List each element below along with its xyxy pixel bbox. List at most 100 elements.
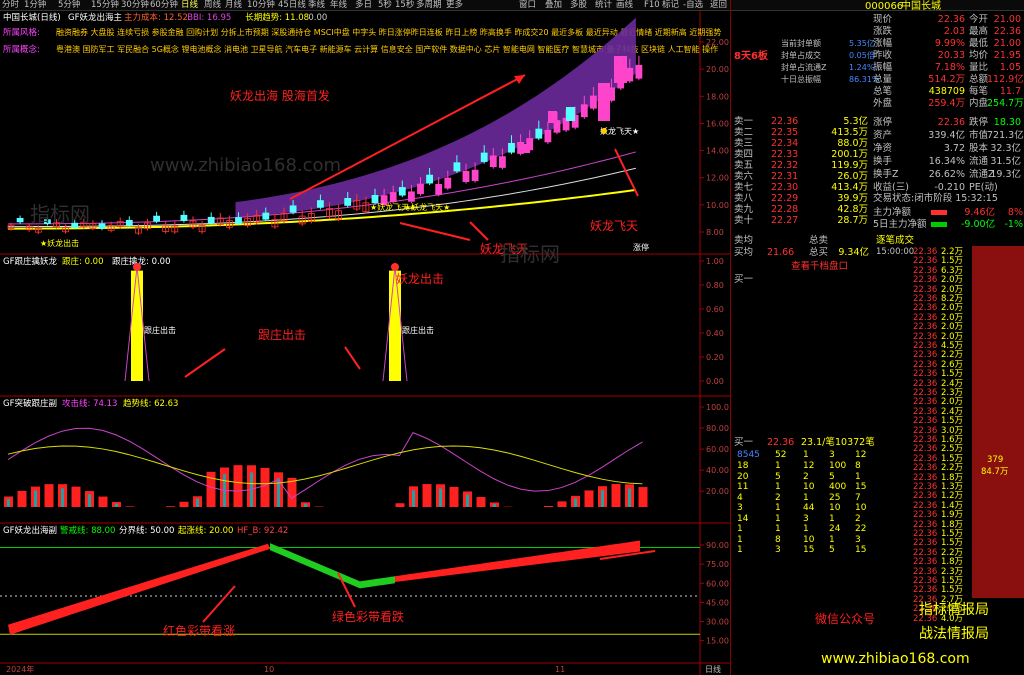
toolbar-button-0[interactable]: 窗口	[519, 0, 536, 11]
volume-bar	[17, 490, 27, 507]
period-tab-2[interactable]: 5分钟	[58, 0, 80, 11]
stat-label: 总笔	[873, 86, 893, 97]
trade-volume: 2.3万	[941, 388, 964, 398]
volume-bar	[557, 501, 567, 507]
follow-panel[interactable]: GF跟庄擒妖龙 跟庄: 0.00 跟庄擒龙: 0.00 1.00 0.80 0.60 0.4…	[3, 256, 724, 386]
legend-item: 长期趋势: 11.08	[245, 12, 309, 23]
toolbar-button-2[interactable]: 多股	[570, 0, 587, 11]
candle	[508, 142, 515, 153]
volume-bar	[611, 484, 621, 507]
summary-label: 卖均	[734, 235, 754, 246]
period-tab-16[interactable]: 多周期	[416, 0, 442, 11]
period-tab-8[interactable]: 月线	[225, 0, 242, 11]
chart-canvas: 22.0020.0018.0016.0014.0012.0010.008.00中…	[0, 11, 730, 675]
period-tab-0[interactable]: 分时	[2, 0, 19, 11]
stat-value: 9.99%	[934, 38, 965, 49]
info-label: 收益(三)	[873, 182, 909, 193]
period-tab-12[interactable]: 年线	[330, 0, 347, 11]
period-tab-11[interactable]: 季线	[308, 0, 325, 11]
period-tab-4[interactable]: 30分钟	[121, 0, 149, 11]
trade-volume: 4.5万	[941, 341, 964, 351]
toolbar-button-6[interactable]: 标记	[662, 0, 679, 11]
trades-time: 15:00:00	[876, 247, 915, 257]
view-order-depth-button[interactable]: 查看千档盘口	[791, 262, 848, 272]
bid-price: 22.36	[767, 437, 795, 448]
toolbar-button-5[interactable]: F10	[644, 0, 660, 11]
queue-cell: 3	[775, 545, 781, 555]
candle	[98, 223, 106, 229]
queue-cell: 3	[855, 534, 861, 545]
flow-pct: 8%	[1007, 207, 1023, 218]
trade-status: 交易状态:闭市阶段 15:32:15	[873, 193, 998, 204]
period-tab-17[interactable]: 更多	[446, 0, 463, 11]
period-tab-6[interactable]: 日线	[181, 0, 198, 11]
info-label: 市值	[969, 130, 989, 141]
sell-price: 22.32	[771, 160, 799, 171]
toolbar-button-1[interactable]: 叠加	[545, 0, 562, 11]
bull-ribbon	[8, 543, 270, 635]
limit-up-candle	[614, 56, 627, 83]
volume-bar-inner	[61, 488, 64, 507]
trade-price: 22.36	[913, 284, 938, 295]
annotation-arrow	[399, 222, 471, 241]
period-tab-1[interactable]: 1分钟	[24, 0, 46, 11]
info-value: 32.3亿	[990, 143, 1021, 154]
toolbar-button-8[interactable]: 返回	[710, 0, 727, 11]
y-tick-label: 100.0	[706, 403, 729, 412]
main-panel[interactable]: 22.0020.0018.0016.0014.0012.0010.008.00中…	[3, 12, 729, 256]
period-tab-3[interactable]: 15分钟	[91, 0, 119, 11]
flow-bar	[931, 210, 947, 215]
period-tab-10[interactable]: 45日线	[278, 0, 306, 11]
toolbar-button-3[interactable]: 统计	[595, 0, 612, 11]
volume-bar-inner	[601, 490, 604, 507]
legend-item: 跟庄: 0.00	[62, 256, 104, 267]
big-bar-value: 379	[987, 455, 1004, 465]
trade-volume: 2.6万	[941, 359, 964, 370]
queue-cell: 12	[855, 450, 867, 460]
queue-cell: 15	[855, 545, 867, 555]
queue-cell: 15	[803, 545, 815, 555]
trade-price: 22.36	[913, 547, 938, 558]
ribbon-panel[interactable]: GF妖龙出海副 警戒线: 88.00 分界线: 50.00 起涨线: 20.00 HF_…	[0, 525, 729, 646]
chart-area[interactable]: 22.00 20.00 18.00 16.00 14.00 12.00 10.00 8.00 中…	[0, 11, 730, 675]
period-tab-7[interactable]: 周线	[204, 0, 221, 11]
sell-price: 22.33	[771, 149, 799, 160]
volume-bar	[584, 490, 594, 507]
candle	[498, 156, 506, 168]
y-tick-label: 90.00	[706, 541, 729, 550]
info-value: 339.4亿	[928, 130, 965, 141]
legend-item: HF_B: 92.42	[237, 526, 288, 536]
toolbar-button-7[interactable]: -自选	[683, 0, 703, 11]
period-tab-15[interactable]: 15秒	[395, 0, 414, 11]
queue-cell: 52	[775, 450, 787, 460]
legend-item: 攻击线: 74.13	[62, 398, 117, 409]
y-tick-label: 75.00	[706, 560, 729, 569]
queue-cell: 20	[737, 471, 749, 482]
stat-label: 昨收	[873, 50, 893, 61]
trade-volume: 1.5万	[941, 576, 964, 586]
period-tab-5[interactable]: 60分钟	[150, 0, 178, 11]
candle	[444, 177, 452, 189]
queue-cell: 11	[737, 482, 749, 492]
period-tab-14[interactable]: 5秒	[378, 0, 392, 11]
trade-volume: 2.0万	[941, 312, 964, 323]
trade-volume: 2.0万	[941, 322, 964, 333]
queue-cell: 1	[775, 524, 781, 534]
toolbar-button-4[interactable]: 画线	[616, 0, 633, 11]
stat-value: 21.95	[993, 50, 1021, 61]
y-tick-label: 40.00	[706, 466, 729, 475]
legend-item: 起涨线: 20.00	[178, 525, 233, 536]
legend-item: 分界线: 50.00	[119, 525, 174, 536]
brand-1: 指标情报局	[919, 602, 989, 618]
legend-item: 跟庄擒龙: 0.00	[112, 256, 171, 267]
trade-volume: 2.0万	[941, 397, 964, 408]
limit-badge: 涨停	[633, 242, 649, 252]
period-tab-9[interactable]: 10分钟	[247, 0, 275, 11]
trade-price: 22.36	[913, 388, 938, 398]
trade-price: 22.36	[913, 397, 938, 408]
queue-cell: 3	[803, 513, 809, 524]
trade-price: 22.36	[913, 482, 938, 492]
breakout-panel[interactable]: GF突破跟庄副 攻击线: 74.13 趋势线: 62.63 100.0 80.00 60.…	[3, 398, 729, 507]
chart-title: 中国长城(日线)	[3, 12, 61, 23]
period-tab-13[interactable]: 多日	[355, 0, 372, 11]
